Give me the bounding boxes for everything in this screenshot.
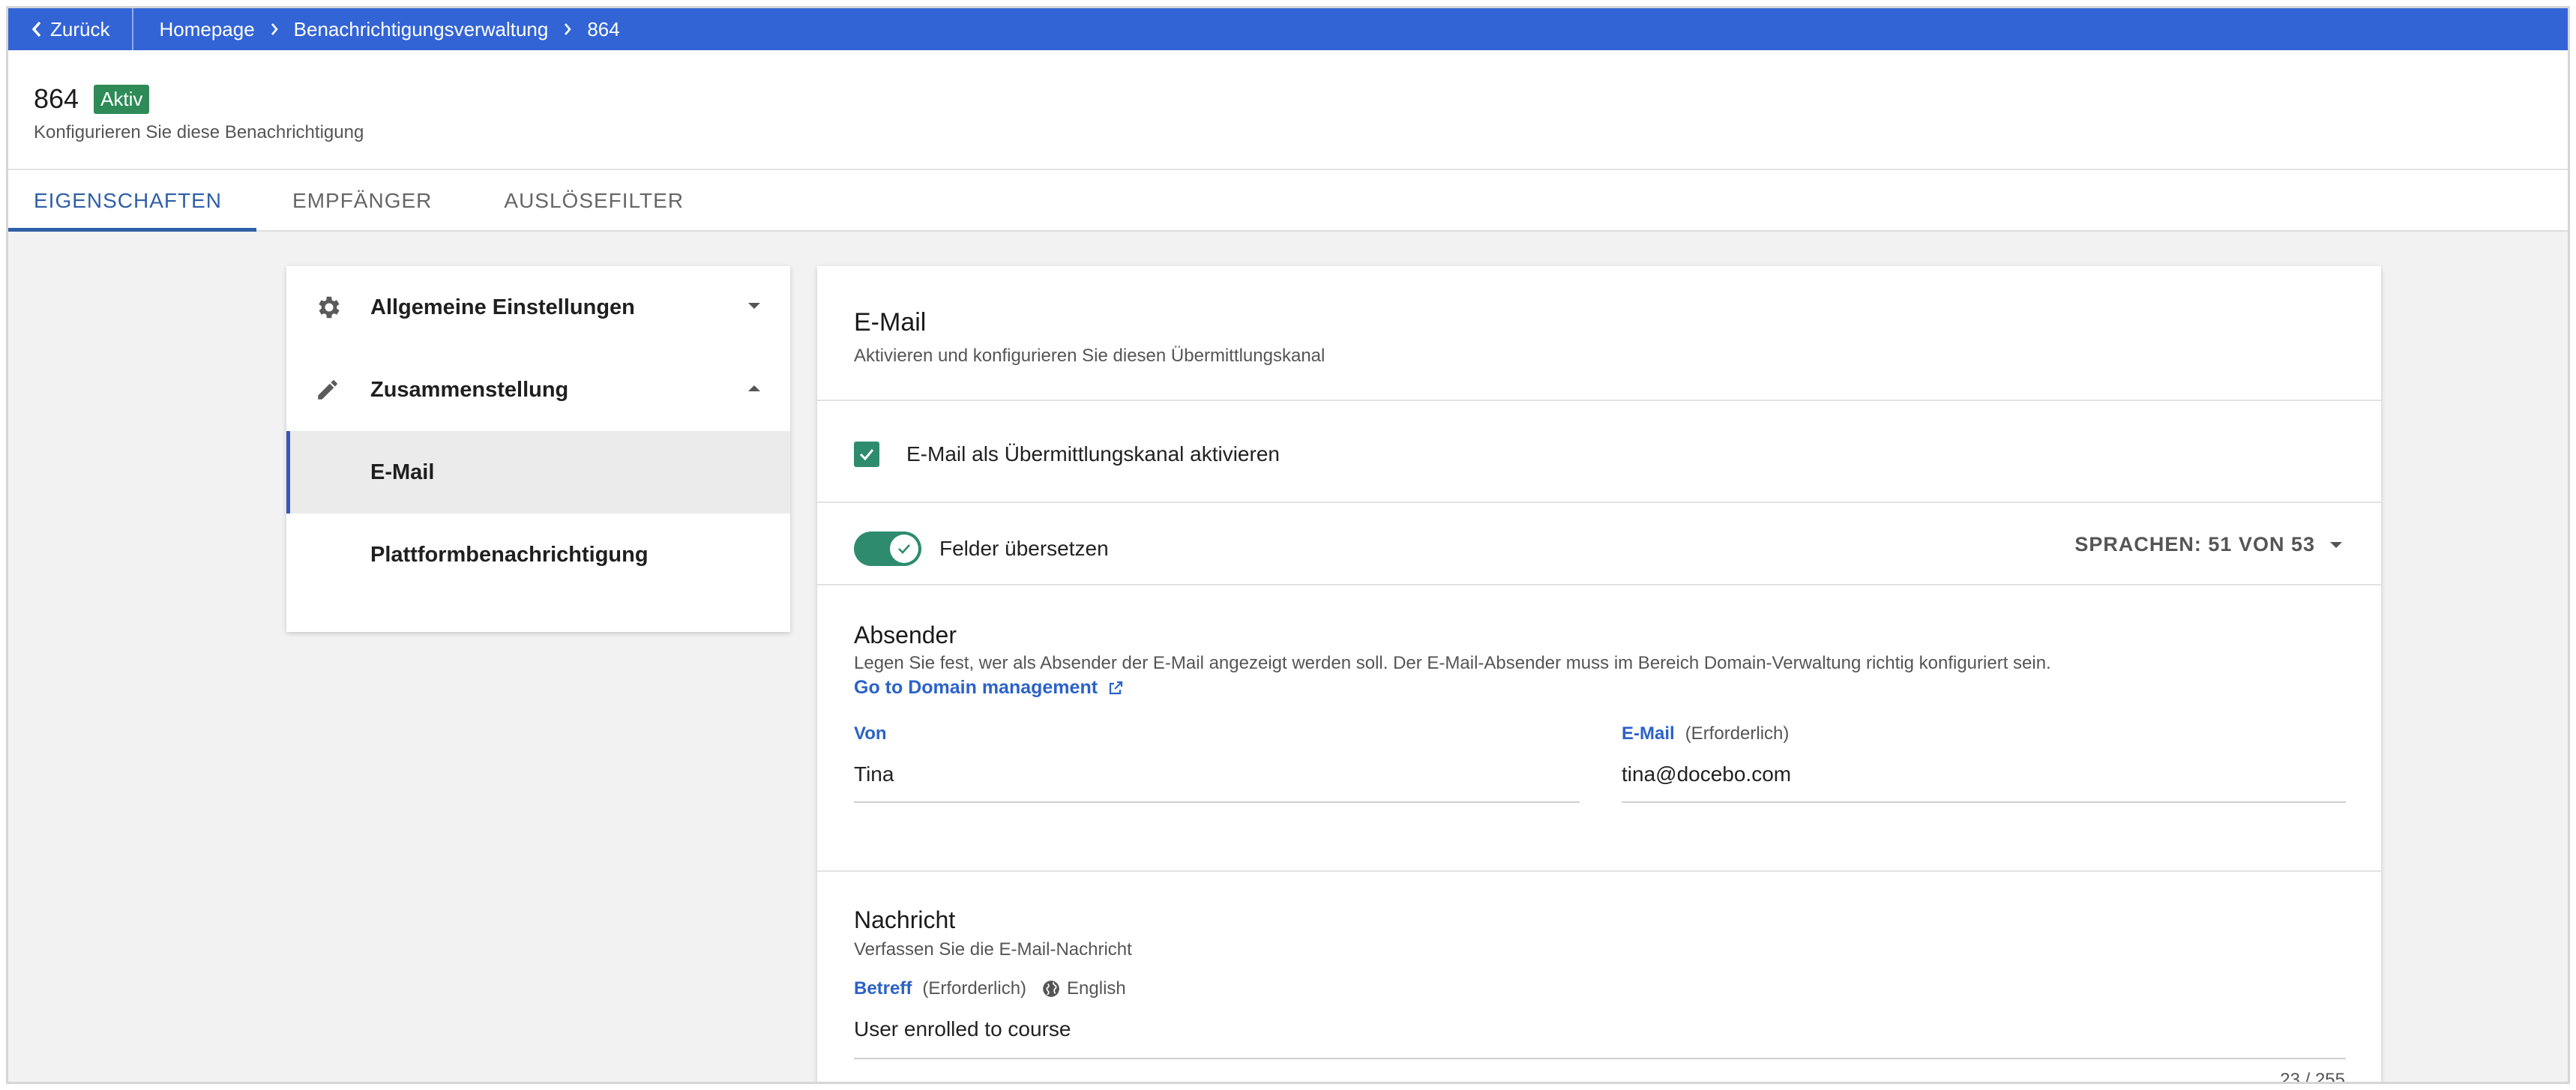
breadcrumb-notification-management[interactable]: Benachrichtigungsverwaltung: [294, 18, 549, 41]
sidebar-item-composition[interactable]: Zusammenstellung: [286, 349, 790, 431]
divider: [817, 870, 2381, 872]
translate-fields-row: Felder übersetzen: [854, 532, 1109, 566]
domain-management-link[interactable]: Go to Domain management: [854, 677, 1125, 699]
subject-language[interactable]: English: [1067, 978, 1126, 999]
languages-label: SPRACHEN: 51 VON 53: [2074, 533, 2315, 555]
caret-down-icon: [2330, 541, 2342, 548]
sidebar-item-general-settings[interactable]: Allgemeine Einstellungen: [286, 266, 790, 349]
email-field-value[interactable]: tina@docebo.com: [1622, 762, 1791, 786]
check-icon: [890, 535, 918, 563]
breadcrumb-current: 864: [587, 17, 620, 40]
email-section-title: E-Mail: [854, 308, 927, 337]
languages-dropdown[interactable]: SPRACHEN: 51 VON 53: [2074, 533, 2344, 556]
page-title: 864: [34, 83, 79, 114]
translate-fields-label: Felder übersetzen: [939, 537, 1109, 560]
from-field-label: Von: [854, 723, 887, 744]
divider: [817, 502, 2381, 503]
subject-field-underline: [854, 1058, 2346, 1059]
email-field-label: E-Mail (Erforderlich): [1622, 723, 1789, 744]
tab-properties[interactable]: EIGENSCHAFTEN: [8, 170, 257, 232]
translate-fields-toggle[interactable]: [854, 532, 921, 566]
enable-email-label: E-Mail als Übermittlungskanal aktivieren: [906, 442, 1280, 466]
tab-bar: EIGENSCHAFTEN EMPFÄNGER AUSLÖSEFILTER: [8, 170, 2568, 232]
subject-field-label: Betreff (Erforderlich) English: [854, 978, 1126, 999]
required-hint: (Erforderlich): [1685, 723, 1790, 744]
status-badge: Aktiv: [94, 84, 150, 114]
tab-trigger-filters[interactable]: AUSLÖSEFILTER: [478, 170, 709, 232]
from-field-underline: [854, 801, 1580, 803]
pencil-icon: [315, 377, 340, 403]
sender-section-title: Absender: [854, 621, 957, 648]
character-counter: 23 / 255: [2280, 1070, 2345, 1084]
breadcrumb-homepage[interactable]: Homepage: [159, 18, 254, 41]
settings-sidebar: Allgemeine Einstellungen Zusammenstellun…: [286, 266, 790, 632]
caret-up-icon: [747, 383, 762, 397]
subject-label-text: Betreff: [854, 978, 912, 999]
message-section-title: Nachricht: [854, 906, 956, 933]
domain-management-link-label: Go to Domain management: [854, 677, 1098, 698]
divider: [817, 584, 2381, 585]
sidebar-item-label: E-Mail: [370, 460, 435, 484]
sidebar-item-email[interactable]: E-Mail: [286, 431, 790, 514]
subject-field-value[interactable]: User enrolled to course: [854, 1017, 1071, 1041]
external-link-icon: [1109, 681, 1123, 694]
enable-email-checkbox[interactable]: [854, 442, 879, 467]
sidebar-item-label: Zusammenstellung: [370, 377, 569, 402]
app-window: Zurück Homepage Benachrichtigungsverwalt…: [6, 6, 2570, 1084]
email-field-underline: [1622, 801, 2346, 803]
sender-description: Legen Sie fest, wer als Absender der E-M…: [854, 653, 2051, 673]
enable-email-row: E-Mail als Übermittlungskanal aktivieren: [854, 442, 1280, 467]
title-row: 864 Aktiv: [34, 83, 150, 115]
breadcrumb: Homepage Benachrichtigungsverwaltung 864: [133, 18, 619, 41]
required-hint: (Erforderlich): [922, 978, 1027, 999]
back-button[interactable]: Zurück: [8, 8, 134, 50]
divider: [817, 400, 2381, 401]
from-label-text: Von: [854, 723, 887, 744]
gear-icon: [315, 293, 343, 322]
email-label-text: E-Mail: [1622, 723, 1675, 744]
email-section-subtitle: Aktivieren und konfigurieren Sie diesen …: [854, 346, 1325, 366]
page-subtitle: Konfigurieren Sie diese Benachrichtigung: [34, 122, 364, 142]
page-header: 864 Aktiv Konfigurieren Sie diese Benach…: [8, 50, 2568, 170]
chevron-left-icon: [31, 21, 41, 37]
sidebar-item-label: Allgemeine Einstellungen: [370, 295, 635, 319]
caret-down-icon: [747, 301, 762, 314]
chevron-right-icon: [563, 22, 572, 37]
chevron-right-icon: [270, 22, 279, 37]
message-subtitle: Verfassen Sie die E-Mail-Nachricht: [854, 939, 1132, 960]
sidebar-item-platform-notification[interactable]: Plattformbenachrichtigung: [286, 514, 790, 596]
sidebar-item-label: Plattformbenachrichtigung: [370, 542, 648, 567]
globe-icon: [1043, 981, 1059, 997]
top-navigation-bar: Zurück Homepage Benachrichtigungsverwalt…: [8, 8, 2568, 50]
email-settings-panel: E-Mail Aktivieren und konfigurieren Sie …: [817, 266, 2381, 1084]
back-label: Zurück: [50, 17, 110, 40]
from-field-value[interactable]: Tina: [854, 762, 894, 786]
tab-recipients[interactable]: EMPFÄNGER: [267, 170, 457, 232]
